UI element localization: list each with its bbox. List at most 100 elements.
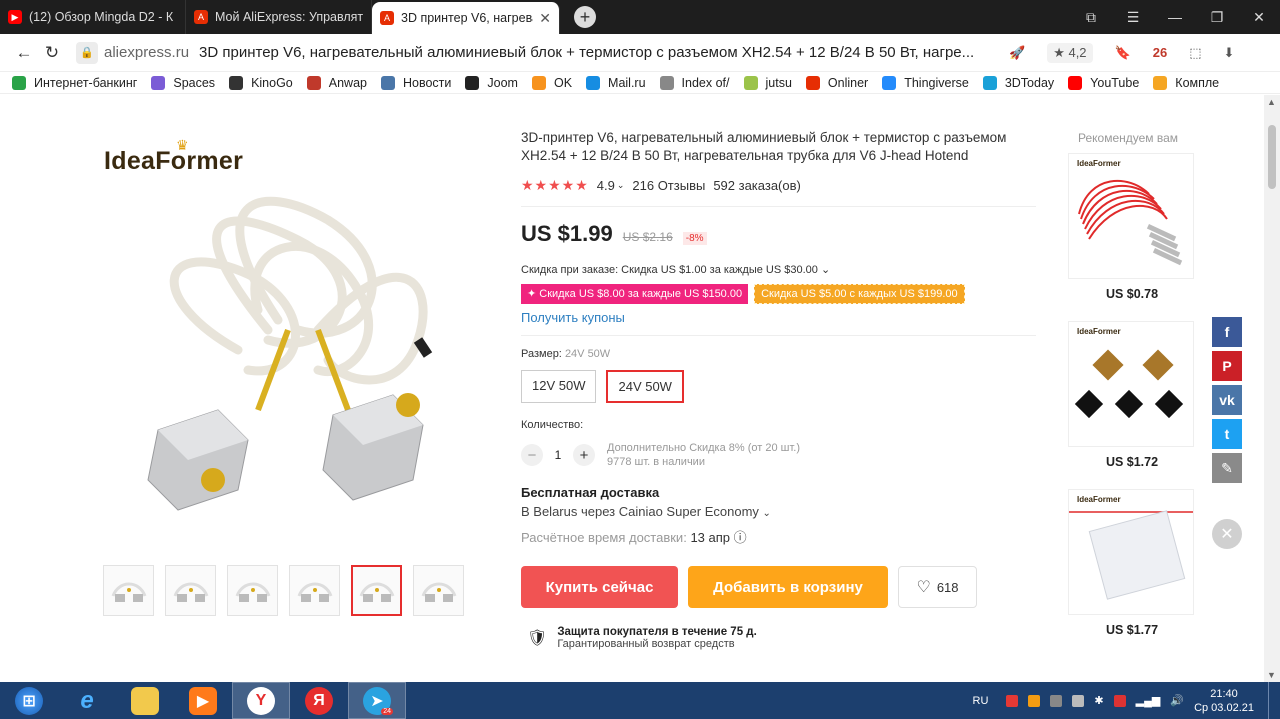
calendar-extension-icon[interactable]: 26 [1153, 45, 1167, 60]
collections-icon[interactable]: ⬚ [1189, 45, 1201, 61]
decrease-quantity-button[interactable]: − [521, 444, 543, 466]
bookmark-item[interactable]: Компле [1153, 75, 1219, 90]
clock[interactable]: 21:40 Ср 03.02.21 [1194, 687, 1254, 715]
scrollbar-thumb[interactable] [1268, 125, 1276, 189]
edit-share-icon[interactable]: ✎ [1212, 453, 1242, 483]
recommended-item-image[interactable]: IdeaFormer [1068, 321, 1194, 447]
back-button[interactable]: ← [10, 43, 38, 63]
taskbar-media-player[interactable]: ▶ [174, 682, 232, 719]
tray-app-icon[interactable] [1072, 694, 1085, 707]
product-thumbnail[interactable] [289, 565, 340, 616]
bookmark-item[interactable]: Mail.ru [586, 75, 646, 90]
tray-app-icon[interactable] [1028, 694, 1041, 707]
taskbar-ie[interactable]: e [58, 682, 116, 719]
system-tray: RU ✱ ▂▄▆ 🔊 21:40 Ср 03.02.21 [973, 682, 1280, 719]
rocket-icon[interactable]: 🚀 [1009, 45, 1025, 61]
scroll-up-icon[interactable]: ▲ [1267, 97, 1276, 107]
buy-now-button[interactable]: Купить сейчас [521, 566, 678, 608]
twitter-share-icon[interactable]: t [1212, 419, 1242, 449]
bookmark-item[interactable]: Spaces [151, 75, 215, 90]
bookmark-item[interactable]: 3DToday [982, 75, 1054, 90]
chevron-down-icon[interactable]: ⌄ [617, 180, 625, 191]
volume-icon[interactable]: 🔊 [1170, 694, 1184, 707]
language-indicator[interactable]: RU [973, 695, 989, 707]
downloads-icon[interactable]: ⬇ [1224, 45, 1235, 61]
increase-quantity-button[interactable]: + [573, 444, 595, 466]
product-thumbnail[interactable] [103, 565, 154, 616]
tab-youtube[interactable]: ▶ (12) Обзор Mingda D2 - К [0, 0, 186, 34]
close-share-icon[interactable]: ✕ [1212, 519, 1242, 549]
bookmark-item[interactable]: Интернет-банкинг [12, 75, 137, 90]
coupon-199[interactable]: Скидка US $5.00 с каждых US $199.00 [754, 284, 965, 304]
bookmark-item[interactable]: Onliner [805, 75, 868, 90]
shipping-method[interactable]: В Belarus через Cainiao Super Economy ⌄ [521, 504, 1041, 519]
product-page: IdeaFormer ♛ 3D-принтер V6, нагревательн… [0, 95, 1264, 682]
add-to-cart-button[interactable]: Добавить в корзину [688, 566, 888, 608]
bookmark-item[interactable]: Joom [465, 75, 518, 90]
tab-aliexpress-account[interactable]: A Мой AliExpress: Управлять [186, 0, 372, 34]
recommended-item[interactable]: IdeaFormer US $1.72 [1068, 321, 1196, 469]
url-field[interactable]: 🔒 aliexpress.ru 3D принтер V6, нагревате… [76, 41, 991, 64]
taskbar-telegram[interactable]: ➤ 24 [348, 682, 406, 719]
coupon-150[interactable]: ✦ Скидка US $8.00 за каждые US $150.00 [521, 284, 749, 304]
size-option-24v[interactable]: 24V 50W [606, 370, 684, 403]
product-thumbnail[interactable] [227, 565, 278, 616]
product-thumbnail[interactable] [351, 565, 402, 616]
vk-share-icon[interactable]: vk [1212, 385, 1242, 415]
recommended-item[interactable]: IdeaFormer US $1.77 [1068, 489, 1196, 637]
wishlist-button[interactable]: ♡ 618 [898, 566, 977, 608]
quantity-value[interactable]: 1 [543, 448, 573, 462]
tray-app-icon[interactable] [1006, 694, 1019, 707]
url-domain: aliexpress.ru [104, 44, 190, 61]
tray-app-icon[interactable] [1113, 694, 1126, 707]
bookmark-item[interactable]: jutsu [743, 75, 792, 90]
close-window-button[interactable]: ✕ [1238, 9, 1280, 26]
recommended-item-image[interactable]: IdeaFormer [1068, 153, 1194, 279]
new-tab-button[interactable]: + [574, 6, 596, 28]
recommended-item-image[interactable]: IdeaFormer [1068, 489, 1194, 615]
product-thumbnail[interactable] [165, 565, 216, 616]
tab-manager-icon[interactable]: ⧉ [1070, 9, 1112, 26]
product-thumbnail[interactable] [413, 565, 464, 616]
tray-app-icon[interactable] [1050, 694, 1063, 707]
pinterest-share-icon[interactable]: P [1212, 351, 1242, 381]
reload-button[interactable]: ↻ [38, 43, 66, 63]
taskbar-yandex-browser[interactable]: Y [232, 682, 290, 719]
start-button[interactable]: ⊞ [0, 682, 58, 719]
bookmark-item[interactable]: Thingiverse [882, 75, 969, 90]
bookmark-item[interactable]: Index of/ [659, 75, 730, 90]
coupon-150-text: Скидка US $8.00 за каждые US $150.00 [539, 288, 743, 300]
lock-icon[interactable]: 🔒 [76, 41, 98, 64]
internet-explorer-icon: e [80, 686, 94, 714]
reviews-count[interactable]: 216 Отзывы [632, 178, 705, 193]
size-option-12v[interactable]: 12V 50W [521, 370, 597, 403]
get-coupons-link[interactable]: Получить купоны [521, 310, 1041, 325]
recommended-item[interactable]: IdeaFormer US $0.78 [1068, 153, 1196, 301]
protection-title: Защита покупателя в течение 75 д. [557, 626, 757, 638]
tab-product-active[interactable]: A 3D принтер V6, нагреват ✕ [372, 2, 560, 34]
help-icon[interactable]: ⓘ [734, 530, 747, 545]
rating-value[interactable]: 4.9 [597, 178, 615, 193]
page-scrollbar[interactable]: ▲ ▼ [1264, 95, 1280, 682]
bookmark-item[interactable]: KinoGo [229, 75, 293, 90]
bookmark-item[interactable]: Anwap [306, 75, 367, 90]
close-tab-icon[interactable]: ✕ [539, 10, 551, 27]
bookmark-item[interactable]: Новости [381, 75, 451, 90]
taskbar-explorer[interactable] [116, 682, 174, 719]
order-discount[interactable]: Скидка при заказе: Скидка US $1.00 за ка… [521, 263, 1041, 276]
restore-button[interactable]: ❐ [1196, 9, 1238, 26]
facebook-share-icon[interactable]: f [1212, 317, 1242, 347]
show-desktop-button[interactable] [1268, 682, 1280, 719]
bookmark-icon[interactable]: 🔖 [1115, 45, 1131, 61]
bookmark-item[interactable]: OK [531, 75, 572, 90]
bookmark-item[interactable]: YouTube [1068, 75, 1139, 90]
main-product-image[interactable] [118, 180, 478, 525]
menu-icon[interactable]: ☰ [1112, 9, 1154, 26]
minimize-button[interactable]: — [1154, 9, 1196, 25]
bookmark-favicon-icon [743, 75, 758, 90]
taskbar-yandex[interactable]: Я [290, 682, 348, 719]
bluetooth-icon[interactable]: ✱ [1094, 694, 1103, 707]
scroll-down-icon[interactable]: ▼ [1267, 670, 1276, 680]
network-icon[interactable]: ▂▄▆ [1136, 694, 1161, 707]
site-rating-badge[interactable]: ★ 4,2 [1047, 42, 1093, 63]
